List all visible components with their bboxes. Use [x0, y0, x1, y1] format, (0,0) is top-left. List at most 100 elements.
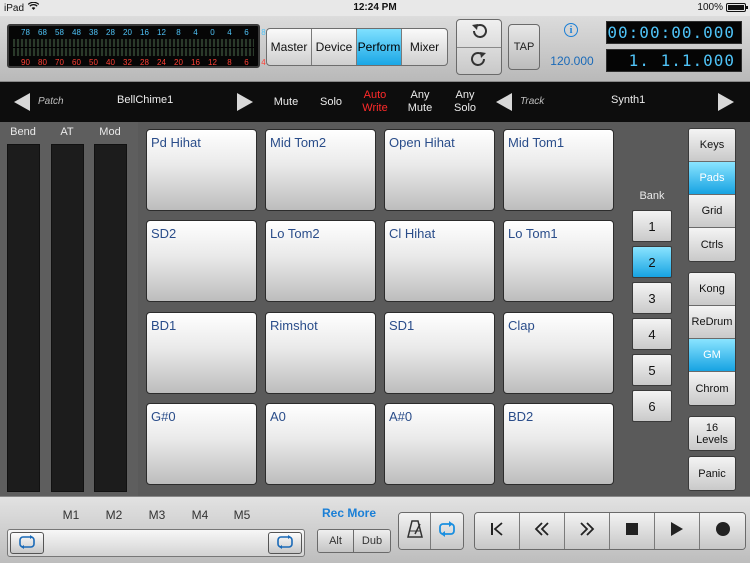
- drum-pad[interactable]: Lo Tom2: [265, 220, 376, 302]
- rec-more-label[interactable]: Rec More: [322, 506, 376, 520]
- meter-scale-label: 6: [244, 28, 249, 37]
- record-icon: [715, 521, 731, 542]
- mode-button-kong[interactable]: Kong: [689, 273, 735, 306]
- mod-label: Mod: [99, 126, 121, 138]
- drum-pad[interactable]: Mid Tom1: [503, 129, 614, 211]
- bank-button-1[interactable]: 1: [632, 210, 672, 242]
- meter-scale-label: 6: [244, 58, 249, 67]
- mode-button-keys[interactable]: Keys: [689, 129, 735, 162]
- patch-name[interactable]: BellChime1: [117, 94, 173, 106]
- meter-scale-label: 12: [208, 58, 217, 67]
- kit-mode-group: Kong ReDrum GM Chrom: [688, 272, 736, 406]
- solo-button[interactable]: Solo: [312, 86, 350, 118]
- meter-scale-top: 7868584838282016128404681216: [17, 28, 306, 37]
- drum-pad[interactable]: SD1: [384, 312, 495, 394]
- drum-pad[interactable]: A#0: [384, 403, 495, 485]
- meter-scale-label: 8: [176, 28, 181, 37]
- marker-m2[interactable]: M2: [99, 508, 129, 522]
- drum-pad[interactable]: SD2: [146, 220, 257, 302]
- transport-bar: M1 M2 M3 M4 M5 Rec More Alt Dub: [0, 496, 750, 563]
- rewind-button[interactable]: [520, 513, 565, 549]
- tab-device[interactable]: Device: [312, 29, 357, 65]
- stop-button[interactable]: [610, 513, 655, 549]
- bank-button-6[interactable]: 6: [632, 390, 672, 422]
- skip-to-start-button[interactable]: [475, 513, 520, 549]
- loop-right-handle[interactable]: [268, 532, 302, 554]
- tab-perform[interactable]: Perform: [357, 29, 402, 65]
- meter-scale-label: 90: [21, 58, 30, 67]
- pad-label: Rimshot: [270, 318, 318, 333]
- aftertouch-strip[interactable]: [51, 144, 84, 492]
- patch-next-arrow-icon[interactable]: [237, 93, 253, 111]
- info-icon[interactable]: i: [564, 23, 578, 37]
- tab-mixer[interactable]: Mixer: [402, 29, 447, 65]
- bank-button-2[interactable]: 2: [632, 246, 672, 278]
- loop-left-handle[interactable]: [10, 532, 44, 554]
- undo-button[interactable]: [457, 20, 501, 48]
- drum-pad[interactable]: BD2: [503, 403, 614, 485]
- sixteen-levels-button[interactable]: 16 Levels: [689, 417, 735, 450]
- meter-scale-label: 4: [227, 28, 232, 37]
- marker-m4[interactable]: M4: [185, 508, 215, 522]
- alt-button[interactable]: Alt: [318, 530, 354, 552]
- panic-button[interactable]: Panic: [689, 457, 735, 490]
- track-name[interactable]: Synth1: [611, 94, 645, 106]
- metronome-button[interactable]: [399, 513, 431, 549]
- drum-pad[interactable]: Clap: [503, 312, 614, 394]
- drum-pad[interactable]: Lo Tom1: [503, 220, 614, 302]
- track-prev-arrow-icon[interactable]: [496, 93, 512, 111]
- any-mute-label-1: Any: [410, 89, 430, 101]
- meter-scale-label: 80: [38, 58, 47, 67]
- meter-scale-label: 4: [193, 28, 198, 37]
- bend-strip[interactable]: [7, 144, 40, 492]
- meter-scale-label: 28: [106, 28, 115, 37]
- time-display: 00:00:00.000: [606, 21, 742, 44]
- mode-button-chrom[interactable]: Chrom: [689, 372, 735, 405]
- drum-pad[interactable]: Mid Tom2: [265, 129, 376, 211]
- tap-tempo-button[interactable]: TAP: [508, 24, 540, 70]
- redo-button[interactable]: [457, 48, 501, 76]
- meter-bars: [13, 39, 254, 56]
- bank-button-3[interactable]: 3: [632, 282, 672, 314]
- pad-label: A0: [270, 409, 286, 424]
- drum-pad[interactable]: G#0: [146, 403, 257, 485]
- marker-m3[interactable]: M3: [142, 508, 172, 522]
- meter-scale-label: 24: [157, 58, 166, 67]
- record-button[interactable]: [700, 513, 745, 549]
- mode-button-pads[interactable]: Pads: [689, 162, 735, 195]
- pad-label: SD2: [151, 226, 177, 241]
- bank-button-5[interactable]: 5: [632, 354, 672, 386]
- auto-write-button[interactable]: Auto Write: [354, 86, 396, 118]
- mute-button[interactable]: Mute: [266, 86, 306, 118]
- track-next-arrow-icon[interactable]: [718, 93, 734, 111]
- loop-range-slider[interactable]: [7, 529, 305, 557]
- drum-pad[interactable]: Cl Hihat: [384, 220, 495, 302]
- mode-button-grid[interactable]: Grid: [689, 195, 735, 228]
- tab-master[interactable]: Master: [267, 29, 312, 65]
- drum-pad[interactable]: BD1: [146, 312, 257, 394]
- bank-button-4[interactable]: 4: [632, 318, 672, 350]
- drum-pad[interactable]: Open Hihat: [384, 129, 495, 211]
- pad-label: BD2: [508, 409, 534, 424]
- mod-strip[interactable]: [94, 144, 127, 492]
- patch-prev-arrow-icon[interactable]: [14, 93, 30, 111]
- mode-button-gm[interactable]: GM: [689, 339, 735, 372]
- mode-button-redrum[interactable]: ReDrum: [689, 306, 735, 339]
- marker-m1[interactable]: M1: [56, 508, 86, 522]
- drum-pad[interactable]: A0: [265, 403, 376, 485]
- dub-button[interactable]: Dub: [354, 530, 390, 552]
- controller-strips: Bend AT Mod: [0, 122, 138, 496]
- tempo-display[interactable]: 120.000: [546, 54, 598, 68]
- loop-toggle-button[interactable]: [431, 513, 463, 549]
- marker-m5[interactable]: M5: [227, 508, 257, 522]
- any-solo-button[interactable]: Any Solo: [444, 86, 486, 118]
- play-button[interactable]: [655, 513, 700, 549]
- drum-pad[interactable]: Rimshot: [265, 312, 376, 394]
- drum-pad[interactable]: Pd Hihat: [146, 129, 257, 211]
- position-display: 1. 1.1.000: [606, 49, 742, 72]
- any-mute-button[interactable]: Any Mute: [398, 86, 442, 118]
- meter-scale-bottom: 90807060504032282420161286420: [17, 58, 306, 67]
- fast-forward-button[interactable]: [565, 513, 610, 549]
- mode-button-ctrls[interactable]: Ctrls: [689, 228, 735, 261]
- rewind-icon: [533, 521, 551, 542]
